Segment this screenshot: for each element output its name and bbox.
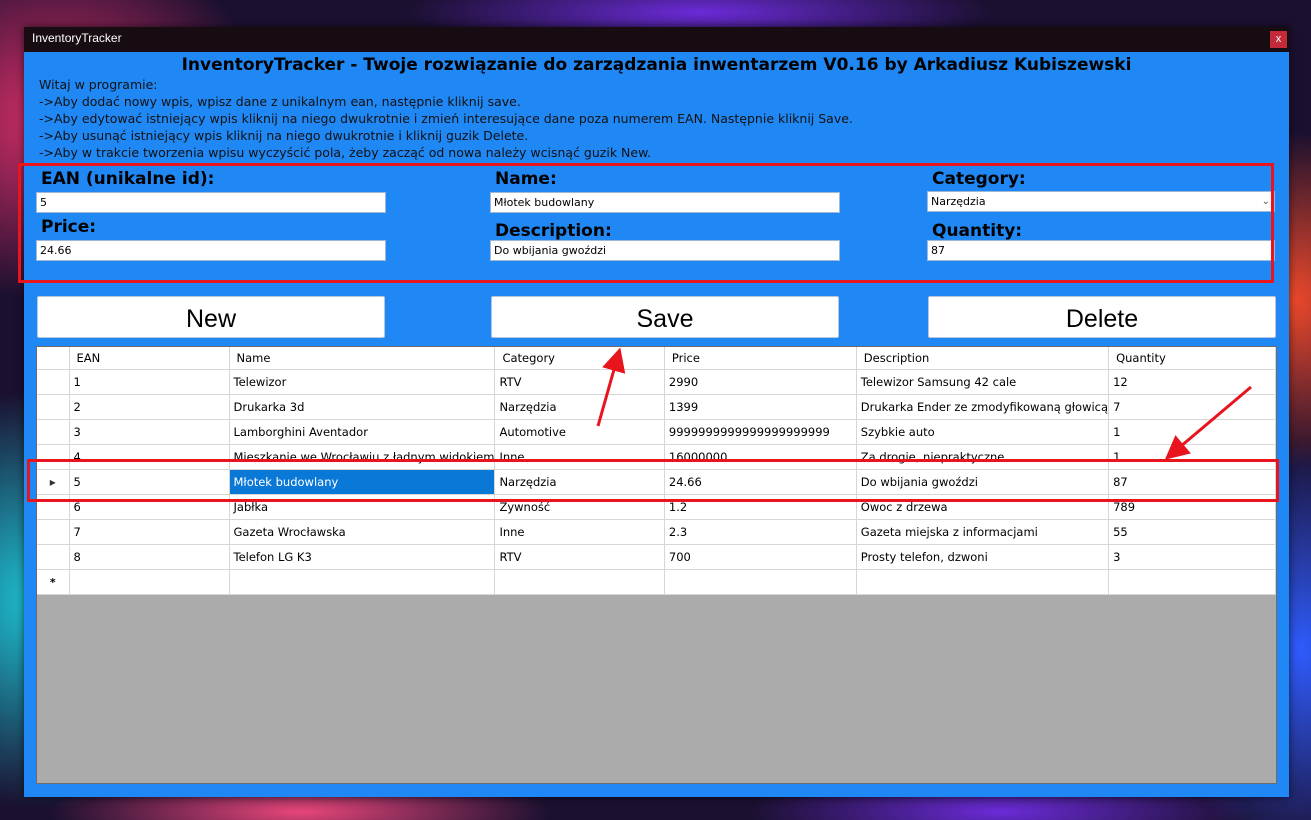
- cell-description[interactable]: Gazeta miejska z informacjami: [856, 519, 1110, 545]
- instruction-line: ->Aby w trakcie tworzenia wpisu wyczyści…: [39, 145, 652, 160]
- column-header-ean[interactable]: EAN: [69, 347, 230, 370]
- cell-quantity[interactable]: 7: [1108, 394, 1276, 420]
- cell-category[interactable]: Inne: [494, 519, 665, 545]
- cell-category[interactable]: Automotive: [494, 419, 665, 445]
- row-header-corner[interactable]: [37, 347, 70, 370]
- instruction-line: ->Aby edytować istniejący wpis kliknij n…: [39, 111, 853, 126]
- cell-quantity[interactable]: [1108, 569, 1276, 595]
- app-window: InventoryTracker x InventoryTracker - Tw…: [18, 27, 1289, 797]
- row-header[interactable]: [37, 394, 70, 420]
- table-row[interactable]: 8 Telefon LG K3 RTV 700 Prosty telefon, …: [37, 544, 1276, 570]
- cell-quantity[interactable]: 12: [1108, 369, 1276, 395]
- cell-name[interactable]: Telewizor: [229, 369, 496, 395]
- row-header[interactable]: [37, 519, 70, 545]
- row-header[interactable]: [37, 419, 70, 445]
- instruction-line: ->Aby usunąć istniejący wpis kliknij na …: [39, 128, 529, 143]
- column-header-price[interactable]: Price: [664, 347, 857, 370]
- cell-category[interactable]: [494, 569, 665, 595]
- cell-price[interactable]: 2990: [664, 369, 857, 395]
- cell-description[interactable]: Telewizor Samsung 42 cale: [856, 369, 1110, 395]
- form-annotation-box: [18, 163, 1274, 283]
- close-button[interactable]: x: [1270, 31, 1287, 48]
- cell-category[interactable]: RTV: [494, 369, 665, 395]
- cell-name[interactable]: Gazeta Wrocławska: [229, 519, 496, 545]
- new-row-marker-icon[interactable]: *: [37, 569, 70, 595]
- cell-price[interactable]: 2.3: [664, 519, 857, 545]
- title-bar[interactable]: InventoryTracker x: [24, 27, 1289, 52]
- table-row[interactable]: 3 Lamborghini Aventador Automotive 99999…: [37, 419, 1276, 445]
- cell-ean[interactable]: 1: [69, 369, 230, 395]
- table-row[interactable]: 7 Gazeta Wrocławska Inne 2.3 Gazeta miej…: [37, 519, 1276, 545]
- row-header[interactable]: [37, 544, 70, 570]
- cell-category[interactable]: RTV: [494, 544, 665, 570]
- cell-quantity[interactable]: 55: [1108, 519, 1276, 545]
- instructions: Witaj w programie: ->Aby dodać nowy wpis…: [39, 76, 853, 161]
- cell-quantity[interactable]: 3: [1108, 544, 1276, 570]
- cell-ean[interactable]: 2: [69, 394, 230, 420]
- cell-ean[interactable]: 3: [69, 419, 230, 445]
- page-title: InventoryTracker - Twoje rozwiązanie do …: [181, 55, 1132, 75]
- delete-button[interactable]: Delete: [928, 296, 1276, 338]
- column-header-description[interactable]: Description: [856, 347, 1110, 370]
- inventory-grid[interactable]: EAN Name Category Price Description Quan…: [36, 346, 1277, 784]
- cell-description[interactable]: [856, 569, 1110, 595]
- cell-category[interactable]: Narzędzia: [494, 394, 665, 420]
- cell-name[interactable]: Lamborghini Aventador: [229, 419, 496, 445]
- window-title: InventoryTracker: [32, 31, 122, 45]
- table-row[interactable]: 2 Drukarka 3d Narzędzia 1399 Drukarka En…: [37, 394, 1276, 420]
- cell-quantity[interactable]: 1: [1108, 419, 1276, 445]
- cell-name[interactable]: Drukarka 3d: [229, 394, 496, 420]
- cell-price[interactable]: 700: [664, 544, 857, 570]
- cell-description[interactable]: Prosty telefon, dzwoni: [856, 544, 1110, 570]
- table-new-row[interactable]: *: [37, 569, 1276, 595]
- cell-name[interactable]: [229, 569, 496, 595]
- column-header-category[interactable]: Category: [494, 347, 665, 370]
- cell-name[interactable]: Telefon LG K3: [229, 544, 496, 570]
- selected-row-annotation-box: [27, 459, 1279, 502]
- new-button[interactable]: New: [37, 296, 385, 338]
- cell-ean[interactable]: 8: [69, 544, 230, 570]
- cell-ean[interactable]: [69, 569, 230, 595]
- cell-price[interactable]: [664, 569, 857, 595]
- instruction-line: ->Aby dodać nowy wpis, wpisz dane z unik…: [39, 94, 521, 109]
- cell-description[interactable]: Drukarka Ender ze zmodyfikowaną głowicą: [856, 394, 1110, 420]
- table-header-row: EAN Name Category Price Description Quan…: [37, 347, 1276, 370]
- table-row[interactable]: 1 Telewizor RTV 2990 Telewizor Samsung 4…: [37, 369, 1276, 395]
- column-header-quantity[interactable]: Quantity: [1108, 347, 1276, 370]
- column-header-name[interactable]: Name: [229, 347, 496, 370]
- cell-ean[interactable]: 7: [69, 519, 230, 545]
- row-header[interactable]: [37, 369, 70, 395]
- cell-description[interactable]: Szybkie auto: [856, 419, 1110, 445]
- save-button[interactable]: Save: [491, 296, 839, 338]
- cell-price[interactable]: 1399: [664, 394, 857, 420]
- cell-price[interactable]: 9999999999999999999999: [664, 419, 857, 445]
- instruction-line: Witaj w programie:: [39, 77, 158, 92]
